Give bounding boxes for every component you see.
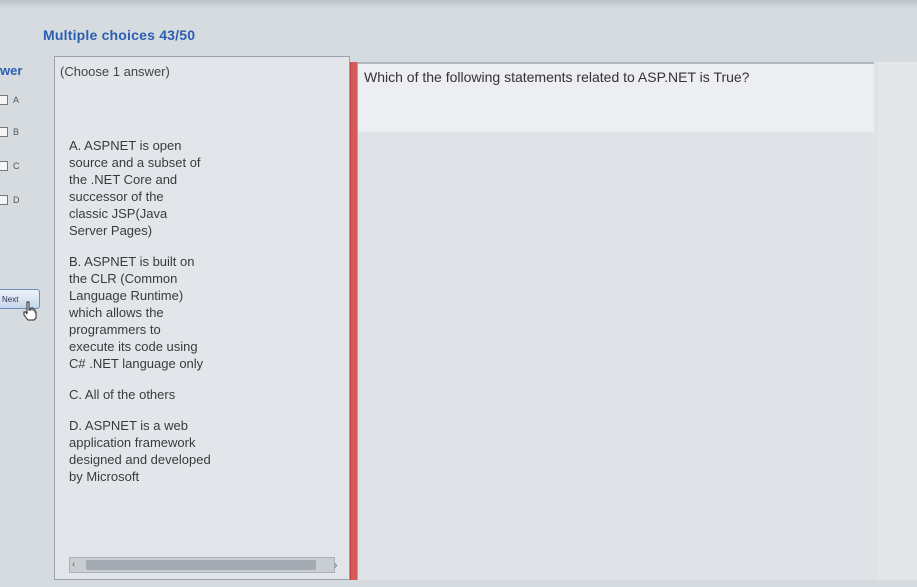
answer-checkbox-b[interactable] <box>0 127 8 137</box>
scrollbar-thumb[interactable] <box>86 560 316 570</box>
window-top-edge <box>0 0 917 8</box>
answer-checkbox-c[interactable] <box>0 161 8 171</box>
hand-cursor-icon <box>23 301 37 321</box>
question-text: Which of the following statements relate… <box>364 69 750 85</box>
answer-option-c[interactable]: C <box>0 159 20 173</box>
choice-b-text: B. ASPNET is built on the CLR (Common La… <box>69 254 204 371</box>
answer-checkbox-d[interactable] <box>0 195 8 205</box>
choice-b: B. ASPNET is built on the CLR (Common La… <box>69 253 244 372</box>
answer-letter-a: A <box>13 95 20 105</box>
answer-option-b[interactable]: B <box>0 125 19 139</box>
answer-letter-b: B <box>13 127 20 137</box>
scroll-right-arrow-icon[interactable]: › <box>334 560 337 571</box>
choice-c-text: C. All of the others <box>69 387 176 402</box>
question-panel: Which of the following statements relate… <box>358 62 878 580</box>
panel-divider[interactable] <box>350 62 358 580</box>
choice-d: D. ASPNET is a web application framework… <box>69 417 244 485</box>
answer-checkbox-a[interactable] <box>0 95 8 105</box>
choice-a-text: A. ASPNET is open source and a subset of… <box>69 138 201 238</box>
choices-list: A. ASPNET is open source and a subset of… <box>69 137 244 499</box>
choices-panel: (Choose 1 answer) A. ASPNET is open sour… <box>54 56 350 580</box>
question-header: Which of the following statements relate… <box>358 62 874 132</box>
answer-letter-c: C <box>13 161 20 171</box>
choice-c: C. All of the others <box>69 386 244 403</box>
question-counter-title: Multiple choices 43/50 <box>43 27 196 43</box>
choice-d-text: D. ASPNET is a web application framework… <box>69 418 211 484</box>
right-edge-area <box>878 62 917 580</box>
answer-letter-d: D <box>13 195 20 205</box>
answer-sidebar-label: wer <box>0 63 23 78</box>
answer-option-a[interactable]: A <box>0 93 19 107</box>
answer-option-d[interactable]: D <box>0 193 20 207</box>
horizontal-scrollbar[interactable]: ‹ <box>69 557 335 573</box>
answer-sidebar: wer A B C D Next <box>0 55 50 587</box>
choose-hint: (Choose 1 answer) <box>60 64 170 79</box>
choice-a: A. ASPNET is open source and a subset of… <box>69 137 244 239</box>
next-button-label: Next <box>2 294 19 304</box>
scroll-left-arrow-icon[interactable]: ‹ <box>72 558 75 572</box>
